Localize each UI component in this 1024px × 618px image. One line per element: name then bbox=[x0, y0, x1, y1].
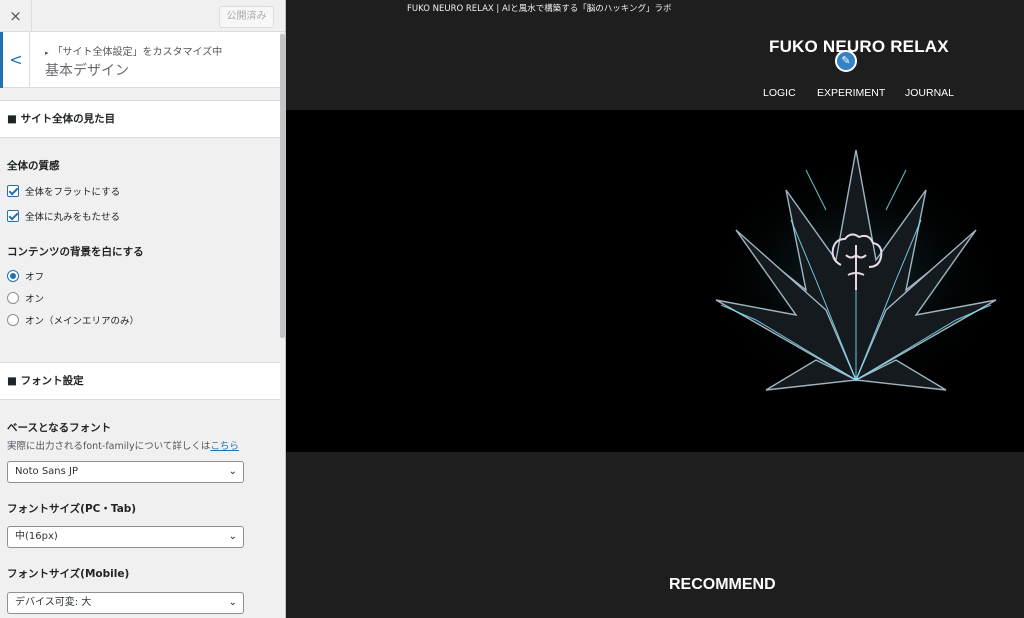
base-font-description: 実際に出力されるfont-familyについて詳しくはこちら bbox=[7, 438, 239, 452]
recommend-heading: RECOMMEND bbox=[669, 576, 776, 593]
font-heading: ■ フォント設定 bbox=[0, 362, 280, 400]
texture-label: 全体の質感 bbox=[7, 160, 60, 172]
checkbox-label: 全体をフラットにする bbox=[25, 187, 121, 198]
caret-right-icon: ▸ bbox=[45, 49, 49, 57]
font-size-mobile-label: フォントサイズ(Mobile) bbox=[7, 568, 130, 580]
nav-item-experiment[interactable]: EXPERIMENT bbox=[817, 87, 885, 99]
base-font-select[interactable]: Noto Sans JP ⌄ bbox=[7, 461, 244, 483]
radio-button[interactable] bbox=[7, 270, 19, 282]
font-size-pc-select[interactable]: 中(16px) ⌄ bbox=[7, 526, 244, 548]
radio-on-main-only[interactable]: オン（メインエリアのみ） bbox=[7, 313, 139, 327]
chevron-down-icon: ⌄ bbox=[228, 531, 237, 542]
lotus-brain-illustration bbox=[706, 149, 1006, 400]
radio-button[interactable] bbox=[7, 292, 19, 304]
close-icon[interactable]: × bbox=[0, 0, 32, 32]
radio-button[interactable] bbox=[7, 314, 19, 326]
breadcrumb-text: 「サイト全体設定」をカスタマイズ中 bbox=[52, 47, 223, 58]
checkbox-rounded[interactable]: 全体に丸みをもたせる bbox=[7, 209, 120, 223]
select-value: デバイス可変: 大 bbox=[15, 597, 92, 608]
section-title: 基本デザイン bbox=[45, 63, 129, 79]
checkbox-box[interactable] bbox=[7, 185, 19, 197]
pencil-icon[interactable]: ✎ bbox=[835, 50, 857, 72]
radio-on[interactable]: オン bbox=[7, 291, 44, 305]
font-size-mobile-select[interactable]: デバイス可変: 大 ⌄ bbox=[7, 592, 244, 614]
nav-item-logic[interactable]: LOGIC bbox=[763, 87, 796, 99]
chevron-down-icon: ⌄ bbox=[228, 466, 237, 477]
radio-off[interactable]: オフ bbox=[7, 269, 44, 283]
site-preview: FUKO NEURO RELAX | AIと風水で構築する「脳のハッキング」ラボ… bbox=[286, 0, 1024, 618]
radio-label: オン（メインエリアのみ） bbox=[25, 316, 140, 327]
site-tagline: FUKO NEURO RELAX | AIと風水で構築する「脳のハッキング」ラボ bbox=[407, 4, 672, 14]
customizer-sidebar: × 公開済み < ▸ 「サイト全体設定」をカスタマイズ中 基本デザイン ■ サイト… bbox=[0, 0, 286, 618]
chevron-down-icon: ⌄ bbox=[228, 597, 237, 608]
nav-item-journal[interactable]: JOURNAL bbox=[905, 87, 954, 99]
base-font-label: ベースとなるフォント bbox=[7, 422, 112, 434]
appearance-heading: ■ サイト全体の見た目 bbox=[0, 100, 280, 138]
checkbox-label: 全体に丸みをもたせる bbox=[25, 212, 121, 223]
breadcrumb: ▸ 「サイト全体設定」をカスタマイズ中 bbox=[45, 43, 222, 58]
checkbox-box[interactable] bbox=[7, 210, 19, 222]
content-bg-label: コンテンツの背景を白にする bbox=[7, 246, 144, 258]
customizer-topbar: × 公開済み bbox=[0, 0, 285, 32]
site-title[interactable]: FUKO NEURO RELAX bbox=[769, 37, 949, 57]
font-size-pc-label: フォントサイズ(PC・Tab) bbox=[7, 503, 137, 515]
sidebar-scrollbar[interactable] bbox=[280, 34, 285, 338]
select-value: Noto Sans JP bbox=[15, 466, 78, 477]
radio-label: オン bbox=[25, 294, 45, 305]
publish-button[interactable]: 公開済み bbox=[219, 6, 274, 28]
hero-image bbox=[286, 110, 1024, 452]
select-value: 中(16px) bbox=[15, 531, 58, 542]
chevron-left-icon[interactable]: < bbox=[0, 32, 30, 88]
checkbox-flat[interactable]: 全体をフラットにする bbox=[7, 184, 120, 198]
radio-label: オフ bbox=[25, 272, 45, 283]
section-header: < ▸ 「サイト全体設定」をカスタマイズ中 基本デザイン bbox=[0, 32, 280, 88]
base-font-desc-text: 実際に出力されるfont-familyについて詳しくは bbox=[7, 441, 211, 452]
base-font-link[interactable]: こちら bbox=[210, 441, 239, 452]
